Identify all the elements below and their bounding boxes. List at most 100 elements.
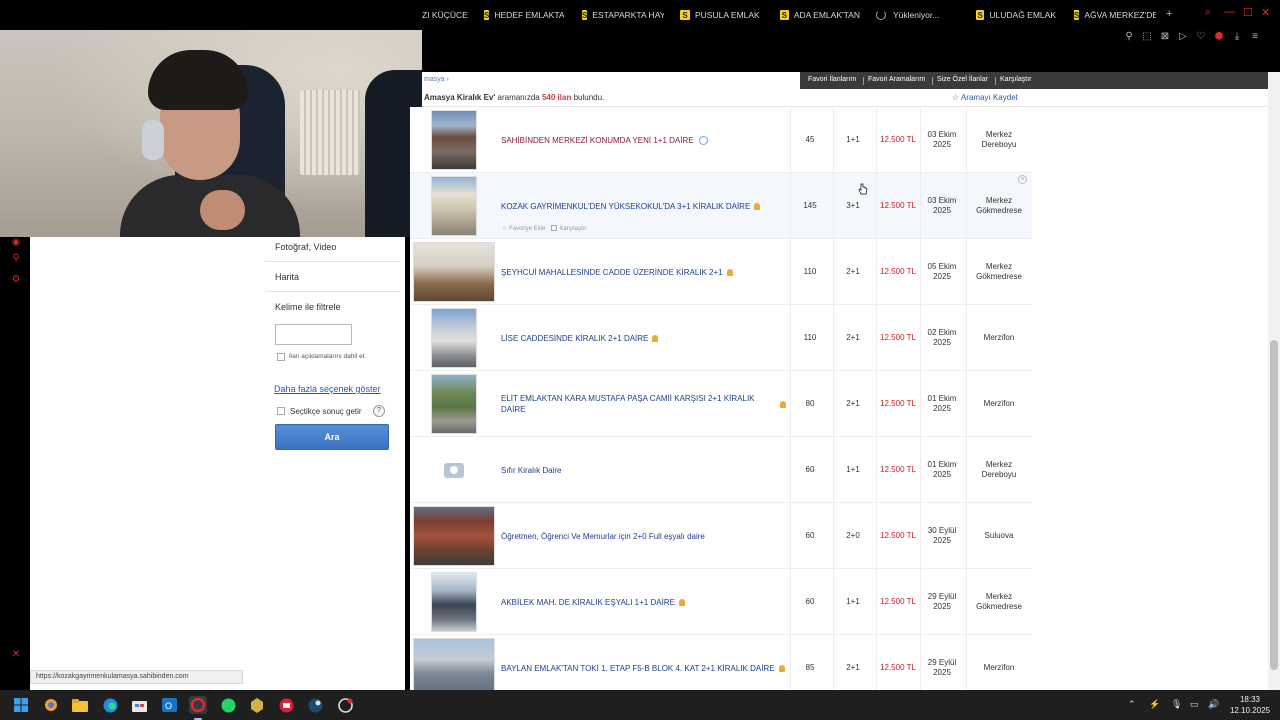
help-icon[interactable]: ? [373, 405, 385, 417]
browser-tab[interactable]: S HEDEF EMLAKTA [484, 7, 564, 23]
compare-link[interactable]: Karşılaştır [1000, 76, 1032, 83]
heart-icon[interactable]: ♡ [1194, 31, 1208, 45]
pin-icon[interactable]: ⚲ [1122, 31, 1136, 45]
listing-title-text[interactable]: SAHİBİNDEN MERKEZİ KONUMDA YENİ 1+1 DAİR… [501, 135, 694, 146]
sidebar-gx-icon[interactable]: ✕ [10, 649, 22, 661]
listing-photo[interactable] [431, 440, 477, 500]
new-tab-button[interactable]: + [1166, 8, 1172, 20]
listing-row[interactable]: ŞEYHCUİ MAHALLESİNDE CADDE ÜZERİNDE KİRA… [410, 239, 1032, 305]
listing-title[interactable]: AKBİLEK MAH. DE KİRALIK EŞYALI 1+1 DAİRE [501, 569, 786, 635]
tray-chevron-icon[interactable]: ⌃ [1128, 699, 1136, 710]
opera-gx-icon[interactable] [189, 696, 207, 714]
favorite-searches-link[interactable]: Favori Aramalarım [868, 76, 925, 83]
snapshot-icon[interactable]: ⬚ [1140, 31, 1154, 45]
listing-title-text[interactable]: AKBİLEK MAH. DE KİRALIK EŞYALI 1+1 DAİRE [501, 597, 675, 608]
listing-row[interactable]: Sıfır Kiralık Daire 60 1+1 12.500 TL 01 Ekim… [410, 437, 1032, 503]
volume-icon[interactable]: 🔊 [1208, 699, 1219, 710]
listing-title[interactable]: BAYLAN EMLAK'TAN TOKİ 1. ETAP F5-B BLOK … [501, 635, 786, 690]
listing-photo[interactable] [431, 374, 477, 434]
listing-photo[interactable] [413, 638, 495, 690]
browser-tab[interactable]: S ULUDAĞ EMLAK [976, 7, 1056, 23]
listing-date-day: 01 Ekim [927, 460, 957, 469]
browser-tab[interactable]: S ADA EMLAK'TAN [780, 7, 860, 23]
listing-row[interactable]: SAHİBİNDEN MERKEZİ KONUMDA YENİ 1+1 DAİR… [410, 107, 1032, 173]
copilot-icon[interactable] [42, 696, 60, 714]
display-icon[interactable]: ▭ [1190, 699, 1199, 710]
page-scrollbar[interactable] [1268, 72, 1280, 690]
steam-icon[interactable] [306, 696, 324, 714]
listing-photo[interactable] [413, 242, 495, 302]
compare-checkbox[interactable] [551, 225, 558, 232]
filter-map[interactable]: Harita [275, 272, 299, 282]
extension-icon[interactable]: ⊠ [1158, 31, 1172, 45]
listing-row[interactable]: LİSE CADDESİNDE KİRALIK 2+1 DAİRE 110 2+1 1… [410, 305, 1032, 371]
listing-row[interactable]: ELİT EMLAKTAN KARA MUSTAFA PAŞA CAMİİ KA… [410, 371, 1032, 437]
chatgpt-icon[interactable] [336, 696, 354, 714]
whatsapp-icon[interactable] [219, 696, 237, 714]
keyword-filter-input[interactable] [275, 324, 352, 345]
close-window-icon[interactable]: ✕ [1261, 6, 1270, 19]
listing-title-text[interactable]: LİSE CADDESİNDE KİRALIK 2+1 DAİRE [501, 333, 648, 344]
listing-location-neighborhood: Dereboyu [981, 470, 1017, 479]
vpn-icon[interactable]: ⬢ [1212, 31, 1226, 45]
more-options-link[interactable]: Daha fazla seçenek göster [274, 384, 381, 394]
sidebar-messenger-icon[interactable]: ◉ [10, 237, 22, 249]
menu-icon[interactable]: ≡ [1248, 31, 1262, 45]
browser-tab[interactable]: S PUSULA EMLAK [680, 7, 762, 23]
special-listings-link[interactable]: Size Özel İlanlar [937, 76, 988, 83]
save-search-link[interactable]: ☆ Aramayı Kaydet [952, 93, 1018, 102]
listing-title[interactable]: Sıfır Kiralık Daire [501, 437, 786, 503]
listing-photo[interactable] [431, 110, 477, 170]
search-button[interactable]: Ara [275, 424, 389, 450]
listing-title-text[interactable]: BAYLAN EMLAK'TAN TOKİ 1. ETAP F5-B BLOK … [501, 663, 775, 674]
listing-title[interactable]: ELİT EMLAKTAN KARA MUSTAFA PAŞA CAMİİ KA… [501, 371, 786, 437]
browser-tab[interactable]: S AĞVA MERKEZ'DE [1074, 7, 1156, 23]
media-app-icon[interactable] [277, 696, 295, 714]
favorite-listings-link[interactable]: Favori İlanlarım [808, 76, 856, 83]
outlook-icon[interactable]: O [160, 696, 178, 714]
microphone-icon[interactable]: 🎙 [1171, 699, 1182, 710]
app-icon[interactable] [248, 696, 266, 714]
listing-title-text[interactable]: KOZAK GAYRİMENKUL'DEN YÜKSEKOKUL'DA 3+1 … [501, 201, 750, 212]
sidebar-pin-icon[interactable]: ⚲ [10, 253, 22, 265]
player-icon[interactable]: ▷ [1176, 31, 1190, 45]
file-explorer-icon[interactable] [71, 696, 89, 714]
browser-tab[interactable]: Yükleniyor... [876, 7, 944, 23]
star-icon[interactable]: ☆ [502, 226, 507, 232]
listing-title[interactable]: LİSE CADDESİNDE KİRALIK 2+1 DAİRE [501, 305, 786, 371]
minimize-icon[interactable]: — [1224, 6, 1235, 18]
store-icon[interactable] [130, 696, 148, 714]
auto-results-checkbox[interactable] [277, 407, 285, 415]
clock[interactable]: 18:33 12.10.2025 [1224, 694, 1276, 716]
listing-row[interactable]: Öğretmen, Öğrenci Ve Memurlar için 2+0 F… [410, 503, 1032, 569]
close-icon[interactable]: × [1018, 175, 1027, 184]
sidebar-settings-icon[interactable]: ⚙ [10, 274, 22, 286]
listing-photo[interactable] [431, 308, 477, 368]
scrollbar-thumb[interactable] [1270, 340, 1278, 670]
listing-title-text[interactable]: ELİT EMLAKTAN KARA MUSTAFA PAŞA CAMİİ KA… [501, 393, 776, 415]
listing-photo[interactable] [413, 506, 495, 566]
edge-icon[interactable] [101, 696, 119, 714]
network-off-icon[interactable]: ⚡ [1149, 699, 1160, 710]
download-icon[interactable]: ⤓ [1230, 31, 1244, 45]
listing-row[interactable]: BAYLAN EMLAK'TAN TOKİ 1. ETAP F5-B BLOK … [410, 635, 1032, 690]
include-description-checkbox[interactable] [277, 353, 285, 361]
filter-photo-video[interactable]: Fotoğraf, Video [275, 242, 336, 252]
listing-title[interactable]: SAHİBİNDEN MERKEZİ KONUMDA YENİ 1+1 DAİR… [501, 107, 786, 173]
add-favorite-link[interactable]: Favoriye Ekle [509, 226, 545, 232]
listing-title[interactable]: ŞEYHCUİ MAHALLESİNDE CADDE ÜZERİNDE KİRA… [501, 239, 786, 305]
windows-start-icon[interactable] [12, 696, 30, 714]
browser-tab[interactable]: S ESTAPARKTA HAY [582, 7, 664, 23]
listing-photo[interactable] [431, 176, 477, 236]
search-tabs-icon[interactable]: ⌕ [1205, 6, 1211, 19]
listing-row[interactable]: AKBİLEK MAH. DE KİRALIK EŞYALI 1+1 DAİRE… [410, 569, 1032, 635]
maximize-icon[interactable]: ☐ [1243, 6, 1253, 19]
listing-title-text[interactable]: ŞEYHCUİ MAHALLESİNDE CADDE ÜZERİNDE KİRA… [501, 267, 723, 278]
listing-title-text[interactable]: Sıfır Kiralık Daire [501, 465, 561, 476]
listing-photo[interactable] [431, 572, 477, 632]
listing-row[interactable]: KOZAK GAYRİMENKUL'DEN YÜKSEKOKUL'DA 3+1 … [410, 173, 1032, 239]
browser-tab[interactable]: ZI KÜÇÜCE [422, 7, 472, 23]
breadcrumb[interactable]: masya › [424, 76, 449, 83]
listing-title[interactable]: Öğretmen, Öğrenci Ve Memurlar için 2+0 F… [501, 503, 786, 569]
listing-title-text[interactable]: Öğretmen, Öğrenci Ve Memurlar için 2+0 F… [501, 531, 705, 542]
